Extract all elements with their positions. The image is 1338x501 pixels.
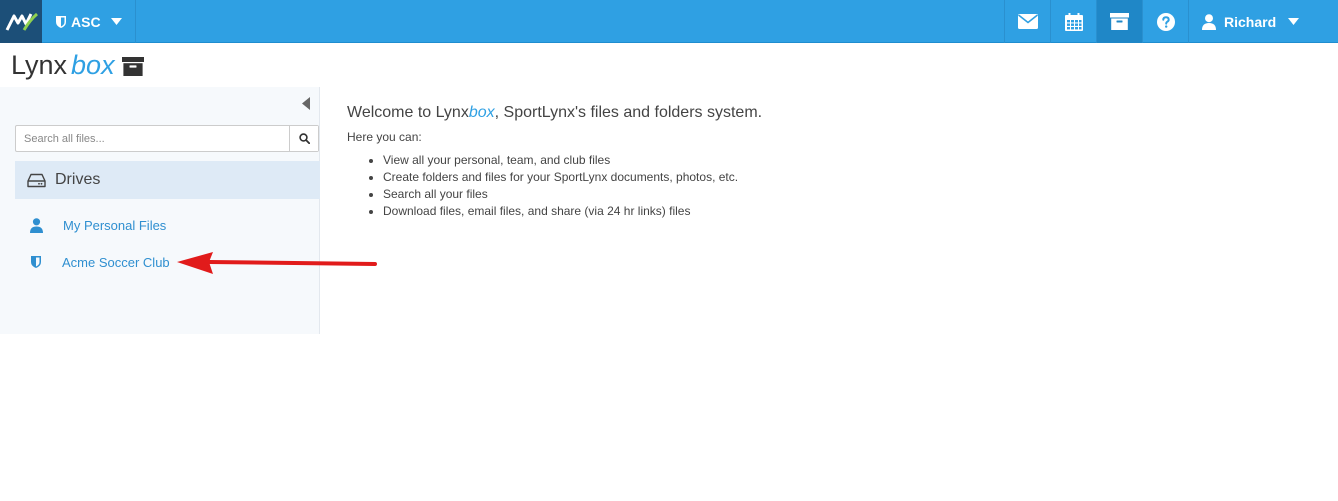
search-input[interactable] — [16, 126, 289, 151]
search-icon — [298, 133, 310, 144]
caret-down-icon — [1288, 18, 1300, 25]
user-name: Richard — [1224, 13, 1277, 30]
files-button[interactable] — [1096, 0, 1142, 43]
calendar-button[interactable] — [1050, 0, 1096, 43]
user-icon — [1202, 13, 1216, 30]
hard-drive-icon — [27, 173, 46, 187]
search-box — [15, 125, 319, 152]
calendar-icon — [1064, 12, 1083, 31]
sportlynx-logo-icon — [5, 12, 38, 31]
feature-list: View all your personal, team, and club f… — [347, 152, 1247, 220]
list-item: View all your personal, team, and club f… — [383, 152, 1247, 169]
list-item: Search all your files — [383, 186, 1247, 203]
title-prefix: Lynx — [11, 49, 68, 80]
drive-item-label: My Personal Files — [63, 217, 167, 233]
welcome-suffix: , SportLynx's files and folders system. — [494, 104, 763, 121]
shield-icon — [31, 256, 41, 268]
title-suffix: box — [71, 49, 115, 80]
page-title: Lynx box — [11, 48, 144, 82]
sidebar: Drives My Personal Files Acme Soccer Clu… — [0, 87, 320, 334]
archive-icon — [1110, 13, 1129, 30]
shield-icon — [56, 15, 66, 28]
collapse-sidebar-button[interactable] — [302, 97, 310, 115]
org-label: ASC — [71, 13, 101, 30]
here-you-can-text: Here you can: — [347, 130, 422, 144]
caret-left-icon — [302, 97, 310, 110]
welcome-heading: Welcome to Lynxbox, SportLynx's files an… — [347, 102, 1247, 124]
welcome-box: box — [468, 104, 495, 121]
mail-button[interactable] — [1004, 0, 1050, 43]
sportlynx-logo[interactable] — [0, 0, 42, 43]
drive-item-label: Acme Soccer Club — [62, 254, 170, 270]
nav-right: Richard — [1004, 0, 1338, 43]
welcome-prefix: Welcome to Lynx — [347, 104, 469, 121]
main-content: Welcome to Lynxbox, SportLynx's files an… — [347, 102, 1247, 220]
drive-item-my-personal-files[interactable]: My Personal Files — [30, 214, 166, 236]
drive-item-acme-soccer-club[interactable]: Acme Soccer Club — [30, 251, 170, 273]
user-menu[interactable]: Richard — [1188, 0, 1338, 43]
help-icon — [1156, 12, 1175, 31]
org-switcher[interactable]: ASC — [42, 0, 136, 43]
list-item: Create folders and files for your SportL… — [383, 169, 1247, 186]
search-button[interactable] — [289, 126, 318, 151]
list-item: Download files, email files, and share (… — [383, 203, 1247, 220]
help-button[interactable] — [1142, 0, 1188, 43]
archive-icon — [121, 57, 144, 76]
user-icon — [30, 217, 43, 233]
drives-label: Drives — [55, 171, 101, 188]
top-navbar: ASC Richard — [0, 0, 1338, 43]
drives-header: Drives — [15, 161, 320, 199]
mail-icon — [1017, 14, 1038, 29]
annotation-arrow — [177, 252, 377, 274]
caret-down-icon — [110, 18, 122, 25]
